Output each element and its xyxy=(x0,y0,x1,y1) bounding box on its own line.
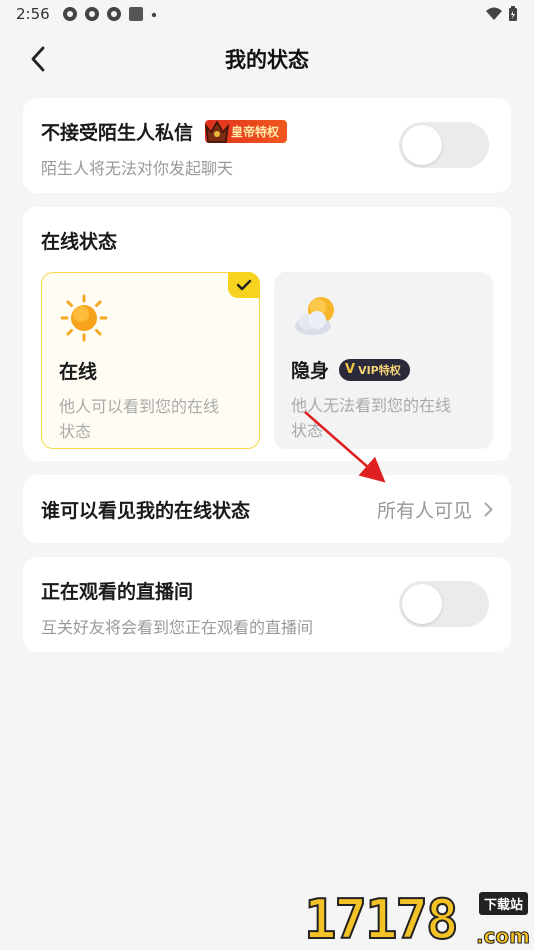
stranger-messages-card: 不接受陌生人私信 皇帝特权 陌生人将无法对你发起聊天 xyxy=(23,98,511,193)
online-desc-line1: 他人可以看到您的在线 xyxy=(59,397,220,416)
invisible-option[interactable]: 隐身 V VIP特权 他人无法看到您的在线 状态 xyxy=(274,272,493,449)
notification-icon xyxy=(62,7,77,21)
cloud-sun-icon xyxy=(295,297,334,335)
battery-icon xyxy=(509,6,517,21)
stranger-messages-title: 不接受陌生人私信 xyxy=(41,122,194,144)
toggle-knob xyxy=(402,584,442,624)
vip-badge-label: VIP特权 xyxy=(358,363,401,377)
watching-live-toggle[interactable] xyxy=(399,581,489,627)
emperor-privilege-badge: 皇帝特权 xyxy=(204,120,288,144)
status-bar: 2:56 xyxy=(0,0,534,28)
online-option[interactable]: 在线 他人可以看到您的在线 状态 xyxy=(41,272,260,449)
online-option-desc: 他人可以看到您的在线 状态 xyxy=(59,394,242,444)
notification-icon xyxy=(106,7,121,21)
chevron-left-icon xyxy=(31,46,45,72)
sun-icon xyxy=(60,294,108,342)
stranger-messages-toggle[interactable] xyxy=(399,122,489,168)
watermark-tag: 下载站 xyxy=(478,892,528,915)
watching-live-title: 正在观看的直播间 xyxy=(41,581,194,603)
toggle-knob xyxy=(402,125,442,165)
crown-icon xyxy=(204,120,230,143)
emperor-badge-label: 皇帝特权 xyxy=(231,125,280,139)
invisible-option-desc: 他人无法看到您的在线 状态 xyxy=(291,393,476,443)
vip-badge: V VIP特权 xyxy=(339,358,410,381)
page-title: 我的状态 xyxy=(225,48,309,72)
status-time: 2:56 xyxy=(16,5,50,23)
invisible-option-label: 隐身 xyxy=(291,360,330,382)
notification-icon xyxy=(84,7,99,21)
watermark-number: 17178 xyxy=(303,888,460,950)
watermark-suffix: .com xyxy=(475,924,530,949)
online-option-label: 在线 xyxy=(59,361,98,383)
invisible-desc-line1: 他人无法看到您的在线 xyxy=(291,396,452,415)
watermark-logo: 17178 下载站 .com xyxy=(303,888,534,950)
invisible-desc-line2: 状态 xyxy=(291,421,324,440)
watching-live-card: 正在观看的直播间 互关好友将会看到您正在观看的直播间 xyxy=(23,557,511,652)
online-status-title: 在线状态 xyxy=(41,231,118,253)
online-status-card: 在线状态 在线 他人可以看到您的在线 状态 隐身 V VIP特权 他人无法看到您… xyxy=(23,207,511,461)
wifi-icon xyxy=(486,7,502,20)
check-icon xyxy=(228,272,260,298)
visibility-label: 谁可以看见我的在线状态 xyxy=(41,499,251,522)
nav-bar: 我的状态 xyxy=(0,28,534,90)
more-dot-icon xyxy=(151,12,156,18)
app-square-icon xyxy=(128,7,143,21)
online-desc-line2: 状态 xyxy=(59,422,92,441)
chevron-right-icon xyxy=(484,502,493,516)
back-button[interactable] xyxy=(24,45,52,73)
visibility-value: 所有人可见 xyxy=(376,499,472,522)
vip-v-icon: V xyxy=(345,362,356,377)
visibility-row[interactable]: 谁可以看见我的在线状态 所有人可见 xyxy=(23,475,511,543)
